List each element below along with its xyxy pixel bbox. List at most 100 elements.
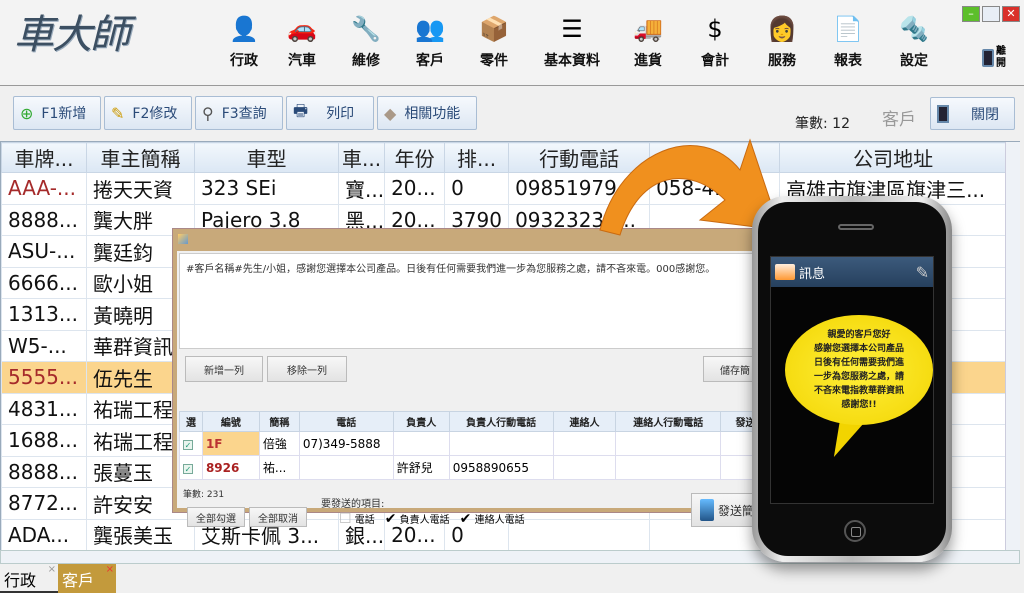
vertical-scrollbar[interactable] (1005, 142, 1020, 550)
parts-icon: 📦 (479, 15, 509, 43)
mechanic-icon: 🔧 (351, 15, 381, 43)
column-header[interactable]: 連絡人 (552, 411, 617, 432)
nav-label: 維修 (352, 53, 380, 69)
nav-parts[interactable]: 📦 零件 (464, 12, 524, 70)
nav-dollar[interactable]: $ 會計 (685, 12, 745, 70)
form-name: 客戶 (882, 110, 916, 130)
cell-short: 倍強 (258, 431, 300, 456)
cell-id: 8926 (201, 455, 260, 480)
column-header[interactable]: 連絡人行動電話 (615, 411, 722, 432)
option-label: 連絡人電話 (474, 515, 525, 526)
bubble-line: 一步為您服務之處，請 (813, 372, 904, 382)
column-header[interactable]: 年份 (384, 142, 446, 173)
row-checkbox[interactable]: ✓ (179, 431, 203, 456)
column-header[interactable]: 負責人 (392, 411, 450, 432)
column-header[interactable]: 編號 (201, 411, 260, 432)
nav-car[interactable]: 🚗 汽車 (272, 12, 332, 70)
send-option-checkbox[interactable]: ✔ 負責人電話 (385, 511, 450, 527)
send-items-label: 要發送的項目: (321, 499, 385, 510)
query-button[interactable]: ⚲ F3查詢 (195, 96, 283, 130)
cell-id: 1F (201, 431, 260, 456)
bubble-line: 感謝您選擇本公司產品 (813, 344, 904, 354)
row-checkbox[interactable]: ✓ (179, 455, 203, 480)
add-button[interactable]: ⊕ F1新增 (13, 96, 101, 130)
column-header[interactable]: 排... (444, 142, 510, 173)
nav-layers[interactable]: ☰ 基本資料 (542, 12, 602, 70)
cell-contact (552, 455, 617, 480)
nav-label: 設定 (900, 53, 928, 69)
close-button[interactable]: 關閉 (930, 97, 1015, 130)
column-header[interactable]: 選 (179, 411, 203, 432)
column-header[interactable]: 電話 (298, 411, 394, 432)
home-button-icon (844, 520, 866, 542)
related-functions-button[interactable]: ◆ 相關功能 (377, 96, 477, 130)
add-row-button[interactable]: 新增一列 (185, 356, 263, 382)
phone-door-icon (937, 104, 949, 123)
related-label: 相關功能 (404, 106, 461, 122)
table-cell: 8772... (1, 487, 87, 520)
cell-contact (552, 431, 617, 456)
column-header[interactable]: 車型 (194, 142, 339, 173)
recipient-row[interactable]: ✓ 1F 倍強 07)349-5888 (179, 431, 771, 456)
message-textarea[interactable]: #客戶名稱#先生/小姐，感謝您選擇本公司產品。日後有任何需要我們進一步為您服務之… (179, 253, 771, 349)
tab-label: 行政 (4, 571, 37, 590)
close-tab-icon[interactable]: × (48, 564, 56, 575)
column-header[interactable]: 負責人行動電話 (448, 411, 554, 432)
phone-icon (700, 499, 714, 521)
phone-illustration: 訊息 ✎ 親愛的客戶您好 感謝您選擇本公司產品 日後有任何需要我們進 一步為您服務之處，… (752, 196, 952, 562)
column-header[interactable]: 公司地址 (779, 142, 1008, 173)
exit-button[interactable]: 離開 (982, 46, 1008, 70)
table-cell: 1313... (1, 298, 87, 331)
magnifier-icon: ⚲ (202, 103, 214, 123)
dialog-record-count: 筆數: 231 (183, 490, 225, 500)
nav-settings[interactable]: 🔩 設定 (884, 12, 944, 70)
table-cell: 龔張美玉 (86, 518, 195, 551)
deselect-all-button[interactable]: 全部取消 (249, 507, 307, 527)
send-option-checkbox[interactable]: ✔ 連絡人電話 (460, 511, 525, 527)
nav-mechanic[interactable]: 🔧 維修 (336, 12, 396, 70)
sms-dialog: #客戶名稱#先生/小姐，感謝您選擇本公司產品。日後有任何需要我們進一步為您服務之… (172, 228, 773, 527)
send-label: 發送簡 (718, 503, 755, 518)
column-header[interactable]: 車... (337, 142, 386, 173)
checkbox-icon: ☐ (339, 511, 352, 527)
tab-label: 客戶 (62, 571, 95, 590)
dialog-app-icon (178, 234, 188, 244)
minimize-button[interactable]: – (962, 6, 980, 22)
cell-phone (298, 455, 394, 480)
table-cell (508, 518, 651, 551)
cell-owner: 許舒兒 (392, 455, 450, 480)
column-header[interactable]: 車主簡稱 (86, 142, 195, 173)
envelope-icon (775, 264, 795, 280)
cell-owner (392, 431, 450, 456)
option-label: 電話 (354, 515, 375, 526)
edit-button[interactable]: ✎ F2修改 (104, 96, 192, 130)
nav-admin-person[interactable]: 👤 行政 (214, 12, 274, 70)
close-window-button[interactable]: ✕ (1002, 6, 1020, 22)
nav-customers[interactable]: 👥 客戶 (400, 12, 460, 70)
table-cell: 1688... (1, 424, 87, 457)
dollar-icon: $ (707, 15, 723, 43)
maximize-button[interactable] (982, 6, 1000, 22)
close-tab-icon[interactable]: × (106, 564, 114, 575)
table-cell: 捲天天資 (86, 172, 195, 205)
tab-admin[interactable]: 行政 × (0, 564, 58, 593)
column-header[interactable]: 簡稱 (258, 411, 300, 432)
tab-customers[interactable]: 客戶 × (58, 564, 116, 593)
nav-report[interactable]: 📄 報表 (818, 12, 878, 70)
select-all-button[interactable]: 全部勾選 (187, 507, 245, 527)
recipient-row[interactable]: ✓ 8926 祐... 許舒兒 0958890655 (179, 455, 771, 480)
edit-label: F2修改 (132, 106, 178, 122)
recipient-table: 選編號 簡稱 電話 負責人 負責人行動電話 連絡人 連絡人行動電話 發送 ✓ 1F 倍強 07)34… (179, 411, 771, 480)
phone-title: 訊息 (799, 266, 826, 282)
remove-row-button[interactable]: 移除一列 (267, 356, 347, 382)
print-button[interactable]: 🖶 列印 (286, 96, 374, 130)
option-label: 負責人電話 (399, 515, 450, 526)
nav-service-agent[interactable]: 👩 服務 (752, 12, 812, 70)
column-header[interactable]: 車牌... (1, 142, 87, 173)
nav-label: 零件 (480, 53, 508, 69)
cell-phone: 07)349-5888 (298, 431, 394, 456)
nav-purchase-truck[interactable]: 🚚 進貨 (618, 12, 678, 70)
nav-label: 客戶 (416, 53, 444, 69)
nav-label: 汽車 (288, 53, 316, 69)
send-option-checkbox[interactable]: ☐ 電話 (339, 511, 375, 527)
